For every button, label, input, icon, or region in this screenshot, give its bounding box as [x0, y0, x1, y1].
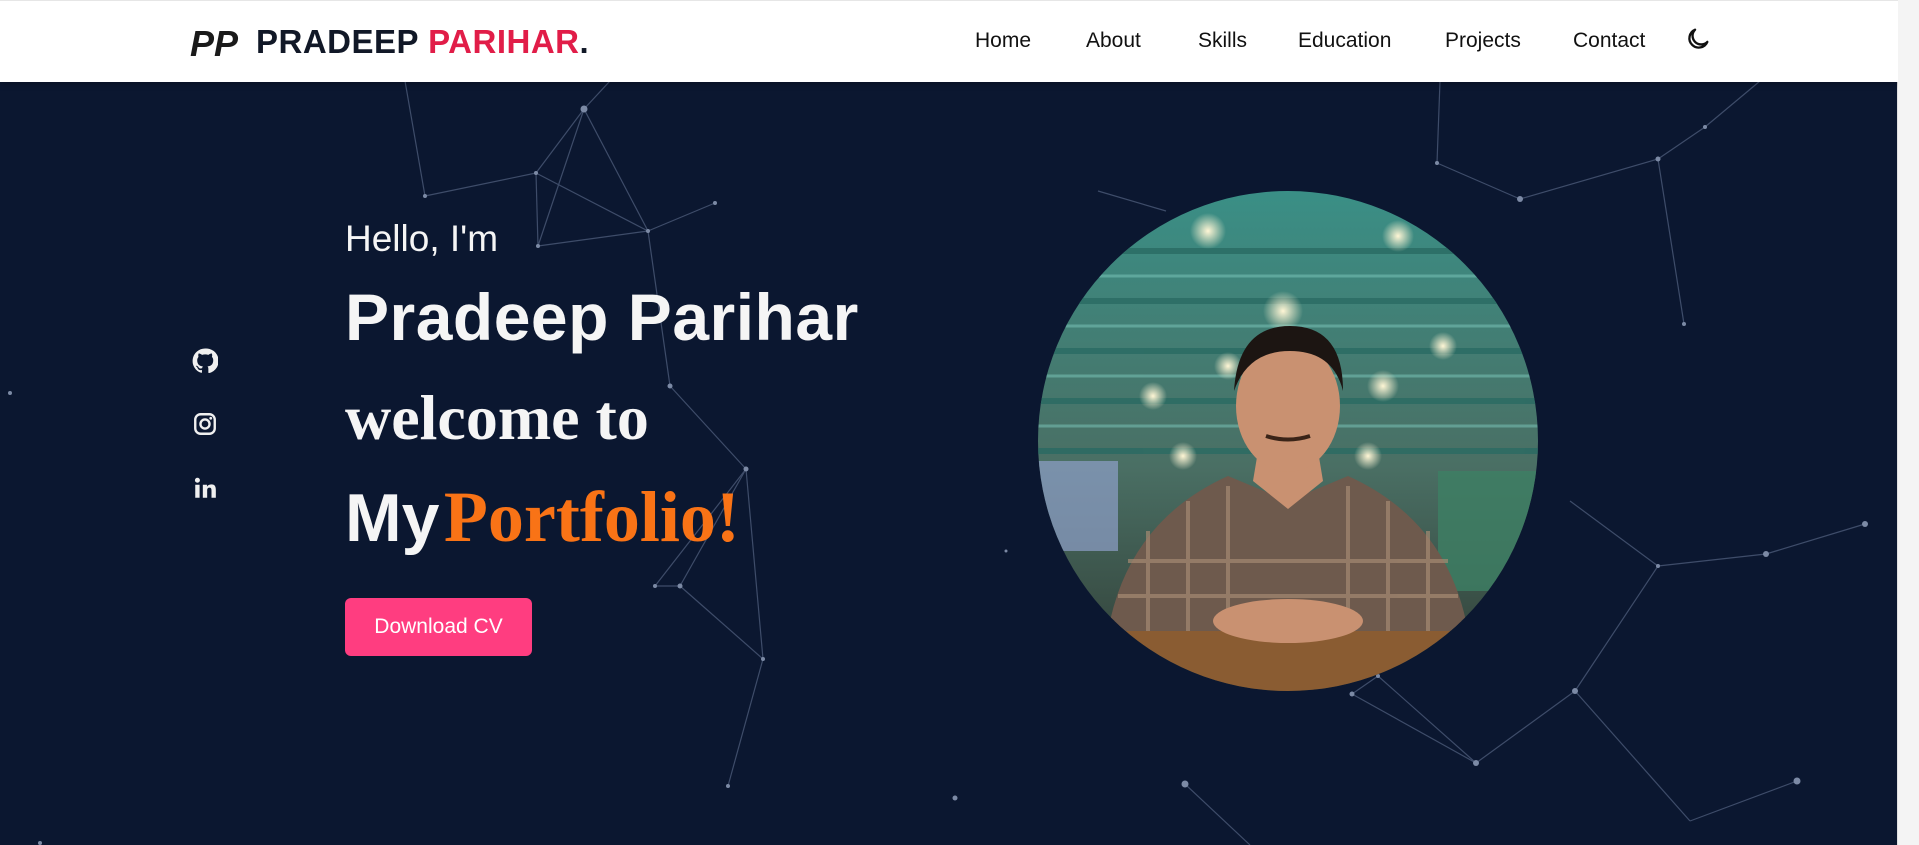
- pp-logo-icon[interactable]: PP: [190, 22, 240, 62]
- svg-text:PP: PP: [190, 23, 239, 62]
- brand-accent: PARIHAR: [428, 23, 580, 60]
- page-scrollbar[interactable]: [1897, 0, 1919, 845]
- linkedin-icon[interactable]: [192, 475, 218, 501]
- portfolio-text: Portfolio!: [443, 477, 740, 557]
- nav-skills[interactable]: Skills: [1198, 29, 1247, 53]
- brand-name[interactable]: PRADEEP PARIHAR.: [256, 23, 589, 61]
- welcome-text: welcome to: [345, 382, 649, 453]
- my-text: My: [345, 480, 440, 556]
- hero-name: Pradeep Parihar: [345, 280, 859, 354]
- page: PP PRADEEP PARIHAR. Home About Skills Ed…: [0, 0, 1898, 845]
- moon-icon[interactable]: [1684, 25, 1712, 53]
- brand-first: PRADEEP: [256, 23, 429, 60]
- nav-education[interactable]: Education: [1298, 29, 1391, 53]
- navbar: PP PRADEEP PARIHAR. Home About Skills Ed…: [0, 0, 1898, 82]
- hero-section: Hello, I'm Pradeep Parihar welcome to My…: [0, 81, 1898, 845]
- brand-dot: .: [579, 23, 590, 60]
- profile-photo: [1038, 191, 1538, 691]
- github-icon[interactable]: [192, 348, 218, 374]
- particle-network-background: [8, 81, 1868, 845]
- greeting-text: Hello, I'm: [345, 218, 499, 259]
- nav-about[interactable]: About: [1086, 29, 1141, 53]
- nav-home[interactable]: Home: [975, 29, 1031, 53]
- nav-projects[interactable]: Projects: [1445, 29, 1521, 53]
- profile-photo-illustration: [1038, 191, 1538, 691]
- instagram-icon[interactable]: [192, 411, 218, 437]
- download-cv-button[interactable]: Download CV: [345, 598, 532, 656]
- nav-contact[interactable]: Contact: [1573, 29, 1645, 53]
- portfolio-heading: My Portfolio!: [345, 476, 740, 559]
